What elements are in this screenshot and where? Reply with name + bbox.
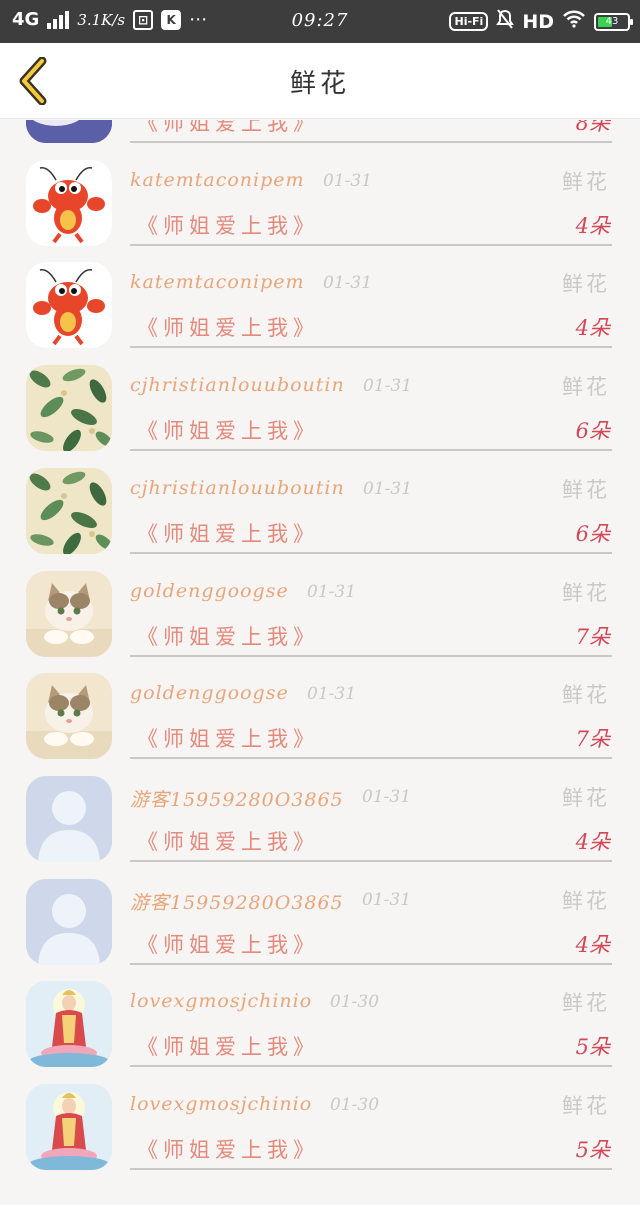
user-name: cjhristianlouuboutin: [130, 374, 345, 397]
gift-type: 鲜花: [562, 477, 610, 502]
hd-icon: HD: [522, 10, 554, 33]
gift-date: 01-31: [307, 581, 357, 602]
user-name: goldenggoogse: [130, 579, 289, 602]
gift-type: 鲜花: [562, 785, 610, 810]
page-title: 鲜花: [289, 69, 350, 99]
list-item[interactable]: 游客15959280O3865 01-31 鲜花《师姐爱上我》 4朵: [0, 775, 640, 879]
row-divider: [130, 962, 612, 965]
row-divider: [130, 346, 612, 349]
flower-count: 4朵: [575, 213, 610, 238]
book-title: 《师姐爱上我》: [137, 213, 319, 238]
flower-count: 6朵: [575, 419, 610, 444]
book-title: 《师姐爱上我》: [137, 1035, 319, 1060]
avatar[interactable]: [26, 673, 112, 760]
gift-type: 鲜花: [562, 1094, 610, 1118]
gift-type: 鲜花: [562, 272, 610, 297]
book-title: 《师姐爱上我》: [137, 521, 319, 546]
list-item[interactable]: lovexgmosjchinio 01-30 鲜花《师姐爱上我》 5朵: [0, 981, 640, 1084]
book-title: 《师姐爱上我》: [137, 419, 319, 444]
avatar[interactable]: [26, 570, 112, 657]
gift-date: 01-30: [330, 1095, 380, 1115]
user-name: goldenggoogse: [130, 682, 289, 705]
row-divider: [130, 757, 612, 760]
flower-count: 5朵: [575, 1138, 610, 1162]
gift-type: 鲜花: [562, 580, 610, 605]
gift-date: 01-31: [362, 889, 412, 910]
book-title: 《师姐爱上我》: [137, 1138, 319, 1162]
gift-type: 鲜花: [562, 169, 610, 194]
gift-date: 01-31: [323, 273, 373, 294]
book-title: 《师姐爱上我》: [137, 120, 319, 135]
book-title: 《师姐爱上我》: [137, 727, 319, 752]
user-name: katemtaconipem: [130, 271, 305, 294]
user-name: katemtaconipem: [130, 168, 305, 191]
bell-mute-icon: [496, 9, 515, 34]
flower-count: 7朵: [575, 727, 610, 752]
list-item[interactable]: goldenggoogse 01-31 鲜花《师姐爱上我》 7朵: [0, 570, 640, 674]
gift-type: 鲜花: [562, 375, 610, 400]
user-name: 游客15959280O3865: [130, 788, 344, 811]
user-name: 游客15959280O3865: [130, 891, 344, 914]
list-item[interactable]: katemtaconipem 01-31 鲜花《师姐爱上我》 4朵: [0, 262, 640, 365]
gift-date: 01-30: [330, 992, 380, 1013]
book-title: 《师姐爱上我》: [137, 829, 319, 854]
status-right: Hi-Fi HD 43: [449, 9, 633, 34]
gift-type: 鲜花: [562, 683, 610, 708]
hifi-icon: Hi-Fi: [449, 12, 489, 31]
row-divider: [130, 1065, 612, 1068]
flower-count: 8朵: [575, 120, 610, 135]
avatar[interactable]: [26, 365, 112, 452]
row-divider: [130, 1168, 612, 1170]
row-divider: [130, 859, 612, 862]
avatar[interactable]: [26, 1084, 112, 1170]
avatar[interactable]: [26, 878, 112, 965]
flower-count: 4朵: [575, 829, 610, 854]
user-name: lovexgmosjchinio: [130, 1093, 313, 1115]
user-name: lovexgmosjchinio: [130, 990, 313, 1013]
avatar[interactable]: [26, 159, 112, 246]
row-divider: [130, 654, 612, 657]
user-name: cjhristianlouuboutin: [130, 476, 345, 499]
gift-date: 01-31: [363, 478, 413, 499]
avatar[interactable]: [26, 981, 112, 1068]
list-item[interactable]: katemtaconipem 01-31 鲜花《师姐爱上我》 4朵: [0, 159, 640, 263]
status-bar: 4G 3.1K/s ⊡ K ⋯ 09:27 Hi-Fi HD 43: [0, 0, 640, 43]
battery-icon: 43: [594, 12, 633, 31]
book-title: 《师姐爱上我》: [137, 932, 319, 957]
flower-count: 4朵: [575, 316, 610, 341]
book-title: 《师姐爱上我》: [137, 316, 319, 341]
list-item[interactable]: 游客15959280O3865 01-31 鲜花《师姐爱上我》 4朵: [0, 878, 640, 982]
avatar[interactable]: [26, 262, 112, 349]
list-item[interactable]: goldenggoogse 01-31 鲜花《师姐爱上我》 7朵: [0, 673, 640, 776]
gift-date: 01-31: [363, 376, 413, 397]
row-divider: [130, 551, 612, 554]
gift-date: 01-31: [307, 684, 357, 705]
row-divider: [130, 449, 612, 452]
row-divider: [130, 243, 612, 246]
flower-count: 7朵: [575, 624, 610, 649]
gift-date: 01-31: [323, 170, 373, 191]
gift-date: 01-31: [362, 786, 412, 807]
battery-level: 43: [605, 15, 619, 27]
gift-list: 《师姐爱上我》 8朵 katemtaconipem 01-31 鲜花 《师姐爱上我》 4朵…: [0, 120, 640, 1205]
avatar[interactable]: [26, 467, 112, 554]
avatar[interactable]: [26, 120, 112, 143]
gift-type: 鲜花: [562, 888, 610, 913]
gift-type: 鲜花: [562, 991, 610, 1016]
flower-count: 4朵: [575, 932, 610, 957]
nav-bar: 鲜花: [0, 43, 640, 119]
row-divider: [130, 141, 612, 143]
list-item[interactable]: 《师姐爱上我》 8朵: [0, 120, 640, 160]
list-item[interactable]: cjhristianlouuboutin 01-31 鲜花《师姐爱上我》 6朵: [0, 467, 640, 571]
list-item[interactable]: cjhristianlouuboutin 01-31 鲜花《师姐爱上我》 6朵: [0, 365, 640, 468]
avatar[interactable]: [26, 775, 112, 862]
wifi-icon: [562, 10, 586, 33]
flower-count: 6朵: [575, 521, 610, 546]
list-item[interactable]: lovexgmosjchinio 01-30 鲜花《师姐爱上我》 5朵: [0, 1084, 640, 1187]
flower-count: 5朵: [575, 1035, 610, 1060]
book-title: 《师姐爱上我》: [137, 624, 319, 649]
